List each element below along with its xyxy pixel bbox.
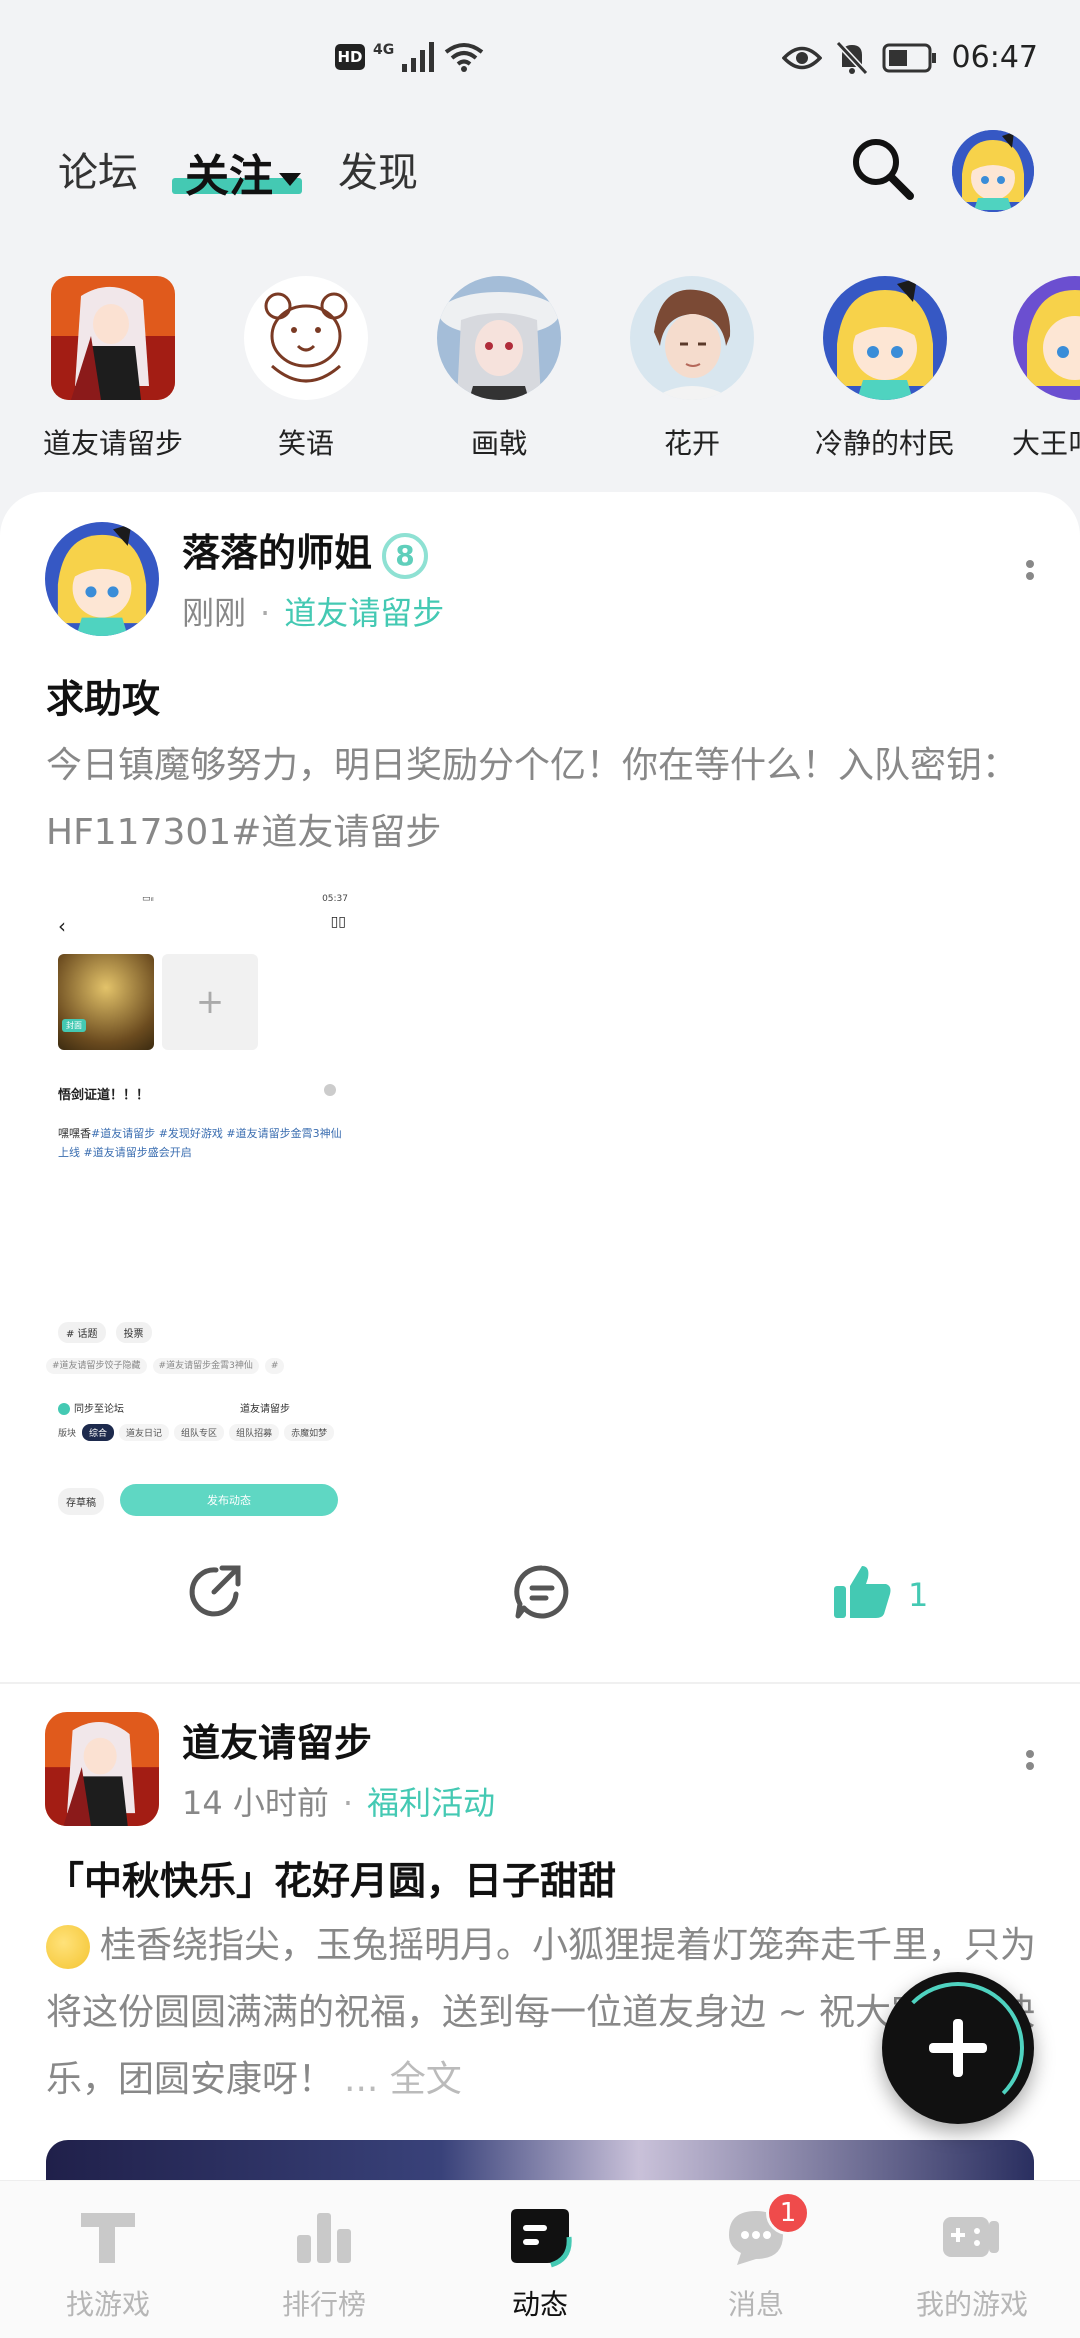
following-item[interactable]: 花开 <box>607 276 777 462</box>
post-title: 「中秋快乐」花好月圆，日子甜甜 <box>46 1859 617 1903</box>
like-thumb-icon[interactable] <box>832 1562 894 1622</box>
post-meta: 刚刚 · 道友请留步 <box>182 594 445 632</box>
following-item[interactable]: 冷静的村民 <box>800 276 970 462</box>
post-meta: 14 小时前 · 福利活动 <box>182 1784 496 1822</box>
post-image-screenshot[interactable]: ▭ᵢₗ 05:37 ‹ ▯▯ 封面 + 悟剑证道！！！ 嘿嘿香#道友请留步 #发现… <box>46 888 352 1528</box>
post-body: 今日镇魔够努力，明日奖励分个亿！你在等什么！入队密钥：HF117301#道友请留… <box>46 745 1019 853</box>
shot-save-draft: 存草稿 <box>58 1488 104 1515</box>
shot-publish: 发布动态 <box>120 1484 338 1516</box>
post-category-tag[interactable]: 福利活动 <box>367 1784 495 1822</box>
hd-icon: HD <box>335 44 365 70</box>
status-network: HD 4G <box>335 42 484 72</box>
find-game-icon <box>81 2213 135 2263</box>
nav-feed[interactable]: 动态 <box>470 2203 610 2323</box>
tab-forum[interactable]: 论坛 <box>58 140 138 198</box>
anime-boy-icon <box>630 276 754 400</box>
post-time: 14 小时前 <box>182 1784 329 1822</box>
signal-icon <box>402 42 435 72</box>
bear-sketch-icon <box>244 276 368 400</box>
plus-icon <box>929 2019 987 2077</box>
author-avatar[interactable] <box>45 522 159 636</box>
nav-find-games[interactable]: 找游戏 <box>38 2203 178 2323</box>
post-actions: 1 <box>0 1562 1080 1642</box>
more-options-icon[interactable] <box>1024 556 1036 584</box>
following-item[interactable]: 画戟 <box>414 276 584 462</box>
status-bar: HD 4G 06:47 <box>0 0 1080 120</box>
following-item[interactable]: 大王叫 <box>990 276 1080 462</box>
feed-post[interactable]: 道友请留步 14 小时前 · 福利活动 「中秋快乐」花好月圆，日子甜甜 桂香绕指尖，… <box>0 1712 1080 2192</box>
top-header: 论坛 关注 发现 <box>0 130 1080 240</box>
post-time: 刚刚 <box>182 594 247 632</box>
author-avatar[interactable] <box>45 1712 159 1826</box>
back-arrow-icon: ‹ <box>58 914 66 938</box>
following-name: 道友请留步 <box>42 427 183 460</box>
following-name: 笑语 <box>277 427 334 460</box>
tab-following-label: 关注 <box>185 151 273 202</box>
following-name: 画戟 <box>470 427 527 460</box>
search-icon[interactable] <box>848 134 918 204</box>
feed-icon <box>511 2209 572 2268</box>
shot-boards: 版块 综合 道友日记 组队专区 组队招募 赤魔如梦 <box>58 1424 339 1441</box>
author-name[interactable]: 道友请留步 <box>182 1712 372 1767</box>
ranking-icon <box>297 2213 351 2263</box>
nav-my-games[interactable]: 我的游戏 <box>902 2203 1042 2323</box>
battery-icon <box>882 43 936 72</box>
my-games-icon <box>943 2217 999 2257</box>
like-count: 1 <box>908 1576 929 1614</box>
yellow-hair-icon <box>823 276 947 400</box>
book-icon: ▯▯ <box>330 914 346 930</box>
read-more-link[interactable]: ... 全文 <box>344 2059 462 2100</box>
nav-messages[interactable]: 1 消息 <box>686 2191 826 2323</box>
anime-girl-hat-icon <box>437 276 561 400</box>
bottom-navigation: 找游戏 排行榜 动态 1 消息 我的游戏 <box>0 2180 1080 2338</box>
following-avatars: 道友请留步 笑语 画戟 花开 冷静的村民 大王 <box>0 276 1080 466</box>
shot-sync-game: 道友请留步 <box>240 1404 290 1415</box>
share-icon[interactable] <box>186 1562 246 1622</box>
shot-chips: # 话题 投票 <box>58 1322 152 1343</box>
shot-add-image: + <box>162 954 258 1050</box>
post-divider <box>0 1682 1080 1684</box>
shot-tags: #道友请留步饺子隐藏 #道友请留步金霄3神仙 # <box>46 1358 290 1374</box>
shot-uploaded-image: 封面 <box>58 954 154 1050</box>
yellow-hair-icon <box>1013 276 1080 400</box>
clock: 06:47 <box>951 40 1038 75</box>
shot-title: 悟剑证道！！！ <box>58 1088 150 1103</box>
shot-clear-icon <box>324 1084 336 1096</box>
shot-text: 嘿嘿香#道友请留步 #发现好游戏 #道友请留步金霄3神仙上线 #道友请留步盛会开… <box>58 1127 342 1159</box>
nav-ranking[interactable]: 排行榜 <box>254 2203 394 2323</box>
post-title: 求助攻 <box>46 677 161 721</box>
moon-emoji-icon <box>46 1925 90 1969</box>
feed-post[interactable]: 落落的师姐 8 刚刚 · 道友请留步 求助攻 今日镇魔够努力，明日奖励分个亿！你在等什… <box>0 492 1080 1682</box>
eye-icon <box>781 46 822 69</box>
tab-discover[interactable]: 发现 <box>338 140 418 198</box>
feed-list: 落落的师姐 8 刚刚 · 道友请留步 求助攻 今日镇魔够努力，明日奖励分个亿！你在等什… <box>0 492 1080 2192</box>
following-name: 花开 <box>663 427 720 460</box>
level-badge: 8 <box>382 532 429 579</box>
network-type: 4G <box>373 42 395 58</box>
shot-sync: 同步至论坛 <box>58 1400 124 1415</box>
following-name: 大王叫 <box>1012 427 1080 460</box>
post-body: 桂香绕指尖，玉兔摇明月。小狐狸提着灯笼奔走千里，只为将这份圆圆满满的祝福，送到每… <box>46 1925 1037 2100</box>
author-name[interactable]: 落落的师姐 8 <box>182 522 429 579</box>
following-name: 冷静的村民 <box>814 427 955 460</box>
more-options-icon[interactable] <box>1024 1746 1036 1774</box>
create-post-button[interactable] <box>882 1972 1034 2124</box>
user-avatar[interactable] <box>952 130 1034 212</box>
status-right: 06:47 <box>781 40 1038 75</box>
post-game-tag[interactable]: 道友请留步 <box>284 594 444 632</box>
author-name-text: 落落的师姐 <box>182 531 373 575</box>
caret-down-icon <box>279 172 301 186</box>
wifi-icon <box>445 43 484 72</box>
following-item[interactable]: 道友请留步 <box>28 276 198 462</box>
following-item[interactable]: 笑语 <box>221 276 391 462</box>
mute-icon <box>835 40 868 75</box>
unread-badge: 1 <box>766 2191 810 2235</box>
comment-icon[interactable] <box>512 1562 572 1622</box>
tab-following[interactable]: 关注 <box>185 140 301 204</box>
game-app-icon <box>51 276 175 400</box>
